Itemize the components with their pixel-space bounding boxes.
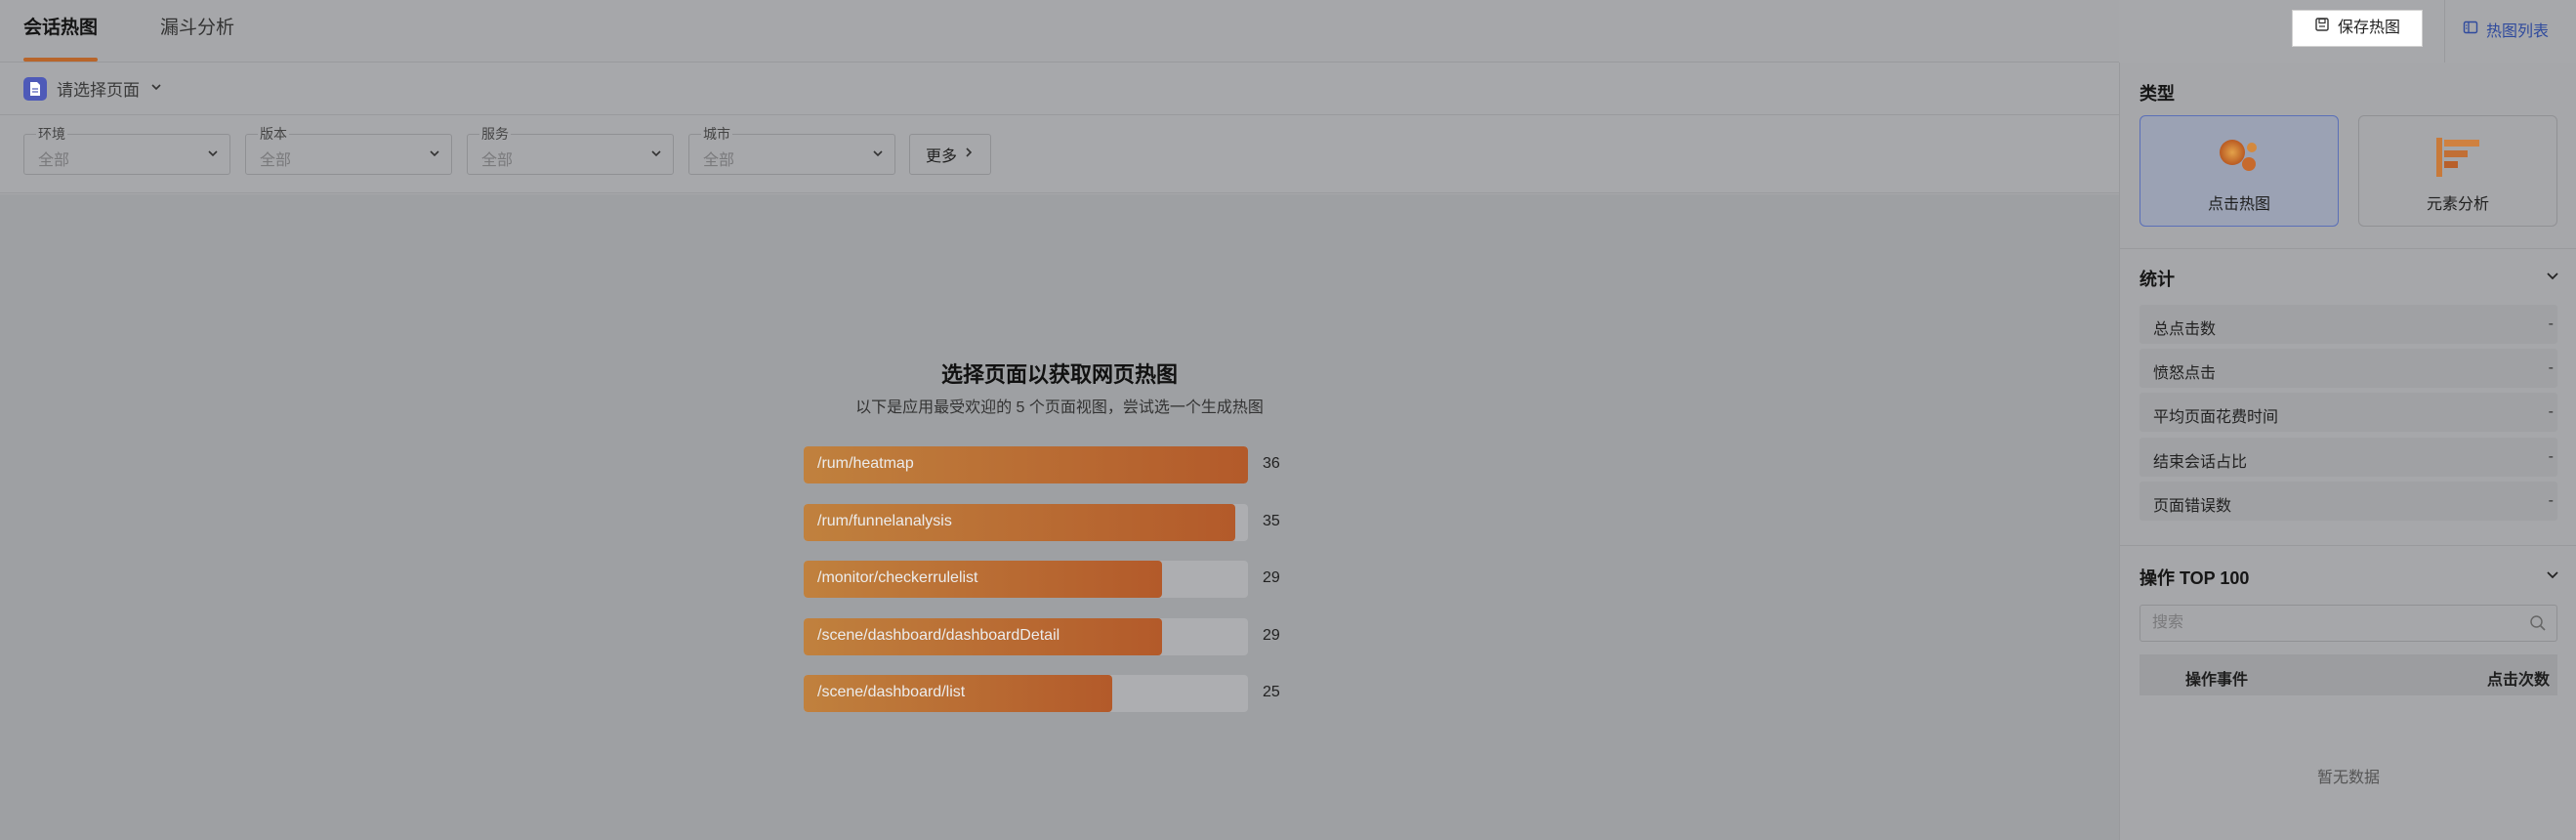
- divider: [2120, 545, 2576, 546]
- stat-value: -: [2548, 448, 2554, 465]
- type-section-title: 类型: [2140, 84, 2175, 104]
- filter-label: 环境: [36, 126, 67, 142]
- divider: [2120, 248, 2576, 249]
- page-bar-track: /scene/dashboard/list: [804, 675, 1248, 712]
- stat-value: -: [2548, 359, 2554, 376]
- collapse-ops-icon[interactable]: [2545, 567, 2560, 587]
- stat-label: 页面错误数: [2153, 498, 2232, 515]
- main-title: 选择页面以获取网页热图: [940, 362, 1178, 387]
- page-icon: [23, 76, 47, 101]
- chevron-down-icon: [871, 147, 885, 165]
- list-icon: [2463, 20, 2478, 40]
- collapse-stats-icon[interactable]: [2545, 268, 2560, 288]
- stat-row: 平均页面花费时间 -: [2140, 393, 2557, 432]
- page-selector-bar: 请选择页面: [0, 63, 2119, 115]
- filter-label: 版本: [258, 126, 289, 142]
- page-path: /scene/dashboard/list: [817, 684, 966, 700]
- ops-table-header: 操作事件 点击次数: [2140, 654, 2557, 695]
- chevron-down-icon: [149, 79, 163, 99]
- chevron-down-icon: [649, 147, 663, 165]
- page-bar-row[interactable]: /rum/funnelanalysis 35: [804, 504, 1292, 541]
- filter-city[interactable]: 城市 全部: [688, 126, 895, 175]
- page-bar-track: /scene/dashboard/dashboardDetail: [804, 618, 1248, 655]
- search-icon[interactable]: [2529, 614, 2547, 637]
- filter-bar: 环境 全部 版本 全部 服务 全部 城市 全部 更多: [0, 115, 2119, 193]
- filter-value: 全部: [703, 152, 735, 169]
- type-card-element-analysis[interactable]: 元素分析: [2358, 115, 2557, 227]
- page-bar-row[interactable]: /rum/heatmap 36: [804, 446, 1292, 483]
- filter-label: 城市: [701, 126, 732, 142]
- top-bar: 会话热图 漏斗分析: [0, 0, 2119, 63]
- right-panel: 类型 点击热图 元素分析 统计 总点击数 - 愤怒点击 - 平均页面花费时间 -…: [2119, 63, 2576, 840]
- empty-state-text: 暂无数据: [2316, 770, 2380, 786]
- ops-section-title: 操作 TOP 100: [2140, 568, 2250, 588]
- heatmap-list-link[interactable]: 热图列表: [2463, 18, 2549, 41]
- page-path: /monitor/checkerrulelist: [817, 569, 978, 586]
- page-count: 25: [1263, 684, 1280, 700]
- stat-row: 页面错误数 -: [2140, 482, 2557, 521]
- filter-service[interactable]: 服务 全部: [467, 126, 674, 175]
- stats-section-title: 统计: [2140, 270, 2175, 289]
- page-count: 35: [1263, 513, 1280, 529]
- page-path: /rum/heatmap: [817, 455, 914, 472]
- more-filters-label: 更多: [925, 148, 957, 165]
- stat-row: 愤怒点击 -: [2140, 349, 2557, 388]
- stat-value: -: [2548, 492, 2554, 509]
- tab-session-heatmap[interactable]: 会话热图: [23, 0, 99, 63]
- save-heatmap-label: 保存热图: [2337, 20, 2400, 36]
- save-heatmap-button[interactable]: 保存热图: [2292, 10, 2423, 47]
- col-header-clicks[interactable]: 点击次数: [2487, 666, 2550, 690]
- page-count: 29: [1263, 569, 1280, 586]
- type-card-label: 元素分析: [2426, 196, 2489, 213]
- main-subtitle: 以下是应用最受欢迎的 5 个页面视图，尝试选一个生成热图: [855, 399, 1264, 416]
- stat-label: 平均页面花费时间: [2153, 409, 2279, 426]
- chevron-down-icon: [206, 147, 220, 165]
- stat-label: 愤怒点击: [2153, 365, 2217, 382]
- tab-funnel-analysis[interactable]: 漏斗分析: [160, 0, 234, 63]
- page-bar-track: /rum/heatmap: [804, 446, 1248, 483]
- page-select-placeholder: 请选择页面: [57, 81, 140, 100]
- page-bar-track: /monitor/checkerrulelist: [804, 561, 1248, 598]
- header-divider: [2444, 0, 2445, 63]
- filter-version[interactable]: 版本 全部: [245, 126, 452, 175]
- chevron-down-icon: [428, 147, 441, 165]
- page-select-dropdown[interactable]: 请选择页面: [23, 76, 163, 101]
- click-heatmap-icon: [2220, 140, 2257, 171]
- page-bar-row[interactable]: /monitor/checkerrulelist 29: [804, 561, 1292, 598]
- filter-value: 全部: [260, 152, 292, 169]
- stat-value: -: [2548, 403, 2554, 420]
- stat-row: 结束会话占比 -: [2140, 438, 2557, 477]
- page-count: 36: [1263, 455, 1280, 472]
- main-area: 选择页面以获取网页热图 以下是应用最受欢迎的 5 个页面视图，尝试选一个生成热图…: [0, 194, 2119, 840]
- chevron-right-icon: [963, 146, 975, 164]
- ops-search-input[interactable]: [2152, 613, 2523, 633]
- save-icon: [2314, 11, 2330, 46]
- element-analysis-icon: [2436, 138, 2479, 177]
- col-header-event[interactable]: 操作事件: [2185, 666, 2248, 690]
- filter-value: 全部: [38, 152, 70, 169]
- stat-value: -: [2548, 315, 2554, 332]
- page-path: /scene/dashboard/dashboardDetail: [817, 627, 1060, 644]
- filter-value: 全部: [481, 152, 514, 169]
- page-count: 29: [1263, 627, 1280, 644]
- type-card-click-heatmap[interactable]: 点击热图: [2140, 115, 2339, 227]
- filter-label: 服务: [479, 126, 511, 142]
- ops-search-box: [2140, 605, 2557, 642]
- stat-label: 结束会话占比: [2153, 454, 2248, 471]
- filter-environment[interactable]: 环境 全部: [23, 126, 230, 175]
- stat-row: 总点击数 -: [2140, 305, 2557, 344]
- type-card-label: 点击热图: [2207, 196, 2270, 213]
- page-bar-row[interactable]: /scene/dashboard/dashboardDetail 29: [804, 618, 1292, 655]
- heatmap-list-label: 热图列表: [2486, 23, 2550, 40]
- stat-label: 总点击数: [2153, 321, 2217, 338]
- page-bar-row[interactable]: /scene/dashboard/list 25: [804, 675, 1292, 712]
- page-bar-track: /rum/funnelanalysis: [804, 504, 1248, 541]
- page-path: /rum/funnelanalysis: [817, 513, 952, 529]
- more-filters-button[interactable]: 更多: [909, 134, 991, 175]
